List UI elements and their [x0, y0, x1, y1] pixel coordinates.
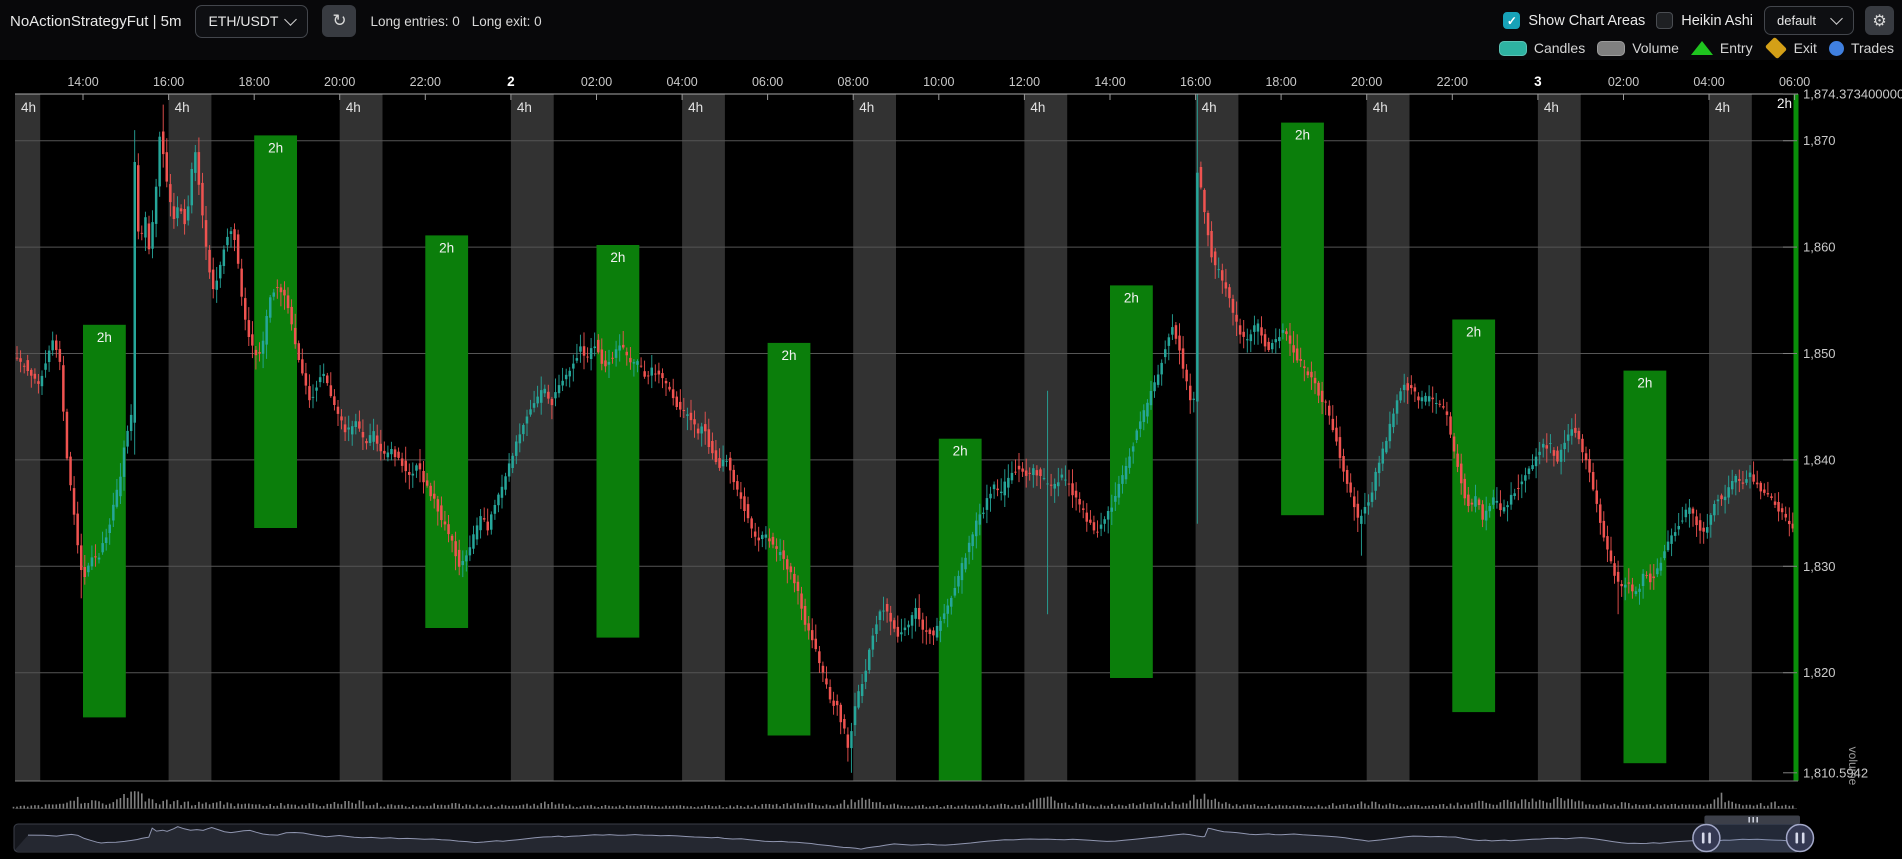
svg-text:04:00: 04:00: [666, 75, 697, 89]
svg-text:1,840: 1,840: [1803, 452, 1836, 467]
svg-text:4h: 4h: [1030, 100, 1045, 115]
gear-icon: ⚙: [1872, 11, 1886, 31]
plot-config-select[interactable]: default: [1764, 6, 1854, 35]
legend-item-volume[interactable]: Volume: [1597, 40, 1679, 56]
chart-options-row: ✓ Show Chart Areas Heikin Ashi default ⚙: [1503, 6, 1894, 35]
legend-item-exit[interactable]: Exit: [1765, 40, 1817, 56]
svg-text:1,850: 1,850: [1803, 346, 1836, 361]
settings-button[interactable]: ⚙: [1865, 6, 1894, 35]
svg-text:2h: 2h: [1295, 128, 1310, 143]
svg-text:16:00: 16:00: [153, 75, 184, 89]
svg-text:4h: 4h: [1202, 100, 1217, 115]
svg-text:2h: 2h: [1637, 376, 1652, 391]
svg-text:22:00: 22:00: [410, 75, 441, 89]
svg-text:1,870: 1,870: [1803, 133, 1836, 148]
long-exit-stat: Long exit: 0: [472, 14, 542, 29]
show-chart-areas-label: Show Chart Areas: [1528, 13, 1645, 29]
svg-text:4h: 4h: [1373, 100, 1388, 115]
svg-text:12:00: 12:00: [1009, 75, 1040, 89]
exit-diamond-icon: [1764, 37, 1786, 59]
refresh-icon: ↻: [332, 11, 346, 31]
chart-legend: Candles Volume Entry Exit Trades: [1499, 40, 1894, 56]
svg-text:4h: 4h: [1544, 100, 1559, 115]
datazoom-right-handle[interactable]: [1787, 825, 1814, 852]
svg-text:2h: 2h: [953, 444, 968, 459]
pair-select[interactable]: ETH/USDT: [195, 5, 308, 38]
svg-text:4h: 4h: [688, 100, 703, 115]
checkbox-unchecked-icon: [1656, 12, 1673, 29]
svg-text:20:00: 20:00: [324, 75, 355, 89]
chevron-down-icon: [1830, 12, 1843, 25]
svg-text:4h: 4h: [175, 100, 190, 115]
trading-chart-app: 4h 4h 4h 4h 4h 4h 4h 4h 4h 4h 4h 2h 2h 2h 2h 2h 2h 2h 2h 2h…: [0, 0, 1902, 859]
svg-text:22:00: 22:00: [1437, 75, 1468, 89]
trade-stats: Long entries: 0 Long exit: 0: [370, 14, 541, 29]
svg-text:2h: 2h: [268, 140, 283, 155]
svg-text:4h: 4h: [346, 100, 361, 115]
checkbox-checked-icon: ✓: [1503, 12, 1520, 29]
pair-select-value: ETH/USDT: [208, 13, 278, 29]
svg-text:04:00: 04:00: [1693, 75, 1724, 89]
datazoom-grip-bar[interactable]: [1704, 816, 1800, 825]
plot-config-value: default: [1777, 13, 1816, 28]
svg-text:18:00: 18:00: [1265, 75, 1296, 89]
strategy-title: NoActionStrategyFut | 5m: [10, 13, 181, 30]
svg-text:16:00: 16:00: [1180, 75, 1211, 89]
svg-text:14:00: 14:00: [1094, 75, 1125, 89]
strategy-controls: NoActionStrategyFut | 5m ETH/USDT ↻ Long…: [10, 0, 542, 42]
svg-text:10:00: 10:00: [923, 75, 954, 89]
refresh-button[interactable]: ↻: [322, 5, 356, 37]
svg-text:2h: 2h: [1124, 290, 1139, 305]
entry-triangle-icon: [1691, 41, 1713, 55]
svg-text:1,830: 1,830: [1803, 559, 1836, 574]
svg-text:3: 3: [1534, 74, 1542, 89]
svg-text:06:00: 06:00: [752, 75, 783, 89]
pause-icon: [1702, 833, 1705, 844]
chevron-down-icon: [285, 13, 298, 26]
svg-text:2h: 2h: [97, 330, 112, 345]
legend-item-candles[interactable]: Candles: [1499, 40, 1585, 56]
heikin-ashi-checkbox[interactable]: Heikin Ashi: [1656, 12, 1753, 29]
candles-swatch: [1499, 41, 1527, 56]
svg-text:1,820: 1,820: [1803, 665, 1836, 680]
svg-text:02:00: 02:00: [1608, 75, 1639, 89]
svg-text:02:00: 02:00: [581, 75, 612, 89]
pause-icon: [1796, 833, 1799, 844]
candlestick-chart[interactable]: 4h 4h 4h 4h 4h 4h 4h 4h 4h 4h 4h 2h 2h 2h 2h 2h 2h 2h 2h 2h…: [0, 0, 1902, 859]
svg-text:4h: 4h: [517, 100, 532, 115]
svg-text:1,860: 1,860: [1803, 240, 1836, 255]
legend-item-entry[interactable]: Entry: [1691, 40, 1753, 56]
svg-text:2h: 2h: [610, 250, 625, 265]
svg-text:2: 2: [507, 74, 515, 89]
top-bar: NoActionStrategyFut | 5m ETH/USDT ↻ Long…: [0, 0, 1902, 60]
volume-swatch: [1597, 41, 1625, 56]
svg-text:2h: 2h: [781, 348, 796, 363]
heikin-ashi-label: Heikin Ashi: [1681, 13, 1753, 29]
long-entries-stat: Long entries: 0: [370, 14, 459, 29]
svg-text:2h: 2h: [1777, 96, 1792, 111]
svg-text:20:00: 20:00: [1351, 75, 1382, 89]
legend-item-trades[interactable]: Trades: [1829, 40, 1894, 56]
svg-text:4h: 4h: [859, 100, 874, 115]
svg-text:2h: 2h: [439, 240, 454, 255]
svg-text:2h: 2h: [1466, 325, 1481, 340]
svg-text:18:00: 18:00: [239, 75, 270, 89]
svg-text:4h: 4h: [21, 100, 36, 115]
svg-text:08:00: 08:00: [838, 75, 869, 89]
svg-text:14:00: 14:00: [67, 75, 98, 89]
svg-text:1,874.373400000: 1,874.373400000: [1803, 87, 1902, 102]
datazoom-left-handle[interactable]: [1693, 825, 1720, 852]
svg-text:volume: volume: [1846, 747, 1860, 786]
svg-text:4h: 4h: [1715, 100, 1730, 115]
show-chart-areas-checkbox[interactable]: ✓ Show Chart Areas: [1503, 12, 1645, 29]
trades-circle-icon: [1829, 41, 1844, 56]
